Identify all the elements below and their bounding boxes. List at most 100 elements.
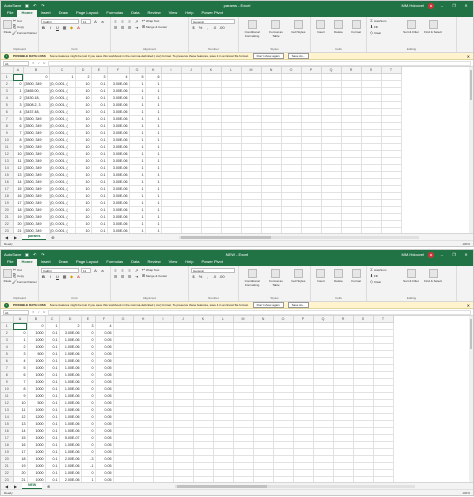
cell[interactable]: 1: [129, 108, 146, 116]
cell[interactable]: [213, 420, 234, 428]
cell[interactable]: 1: [145, 178, 162, 186]
decrease-font-icon[interactable]: a: [100, 19, 105, 24]
cell[interactable]: 0: [81, 385, 96, 393]
cell[interactable]: [13, 322, 28, 330]
cell[interactable]: [3430.18,: [23, 94, 50, 102]
row-header[interactable]: 16: [1, 178, 14, 186]
cell[interactable]: [3500, 349: [23, 122, 50, 130]
cell[interactable]: 4: [13, 108, 24, 116]
cell[interactable]: 1: [129, 178, 146, 186]
spreadsheet-grid[interactable]: A B C D E F G H I J K L M N O P Q R S T 1 0 1 2 3 4 2 0 1000 0.1 3.00E…: [1, 316, 471, 484]
cell[interactable]: [113, 434, 134, 442]
cell[interactable]: [213, 441, 234, 449]
align-left-icon[interactable]: ☰: [113, 25, 118, 30]
cell[interactable]: [333, 441, 354, 449]
cell[interactable]: [373, 336, 394, 344]
cell[interactable]: [193, 420, 214, 428]
cell[interactable]: [353, 448, 374, 456]
cell[interactable]: [181, 199, 202, 207]
cell[interactable]: [153, 462, 174, 470]
cell[interactable]: 1.00E-06: [59, 392, 82, 400]
cell[interactable]: [113, 455, 134, 463]
cell[interactable]: [353, 357, 374, 365]
row-header[interactable]: 15: [1, 171, 14, 179]
cell[interactable]: [301, 199, 322, 207]
cell[interactable]: [181, 94, 202, 102]
cell[interactable]: [301, 73, 322, 81]
close-icon[interactable]: ✕: [467, 54, 470, 59]
cell[interactable]: [161, 150, 182, 158]
cell[interactable]: [221, 199, 242, 207]
cell[interactable]: [161, 87, 182, 95]
cell[interactable]: [333, 413, 354, 421]
comma-icon[interactable]: ,: [205, 25, 210, 30]
cell[interactable]: [341, 101, 362, 109]
cell[interactable]: [0, 0.001, (: [49, 136, 76, 144]
maximize-icon[interactable]: ❐: [450, 3, 458, 8]
cell[interactable]: 0.1: [91, 115, 108, 123]
cell[interactable]: 1.00E-06: [59, 385, 82, 393]
menu-tab-page-layout[interactable]: Page Layout: [72, 10, 102, 17]
cell[interactable]: 3.00E-06: [107, 213, 130, 221]
cell[interactable]: [253, 364, 274, 372]
cell[interactable]: [293, 385, 314, 393]
cell[interactable]: [113, 406, 134, 414]
menu-tab-draw[interactable]: Draw: [55, 10, 72, 17]
cell[interactable]: [381, 94, 402, 102]
row-header[interactable]: 2: [1, 329, 14, 337]
cell[interactable]: [313, 336, 334, 344]
cell[interactable]: [213, 413, 234, 421]
cell[interactable]: [321, 192, 342, 200]
cell[interactable]: [273, 399, 294, 407]
cell[interactable]: 1: [129, 213, 146, 221]
increase-font-icon[interactable]: A: [93, 268, 98, 273]
cell[interactable]: 0.05: [95, 420, 114, 428]
cell[interactable]: [113, 392, 134, 400]
cell[interactable]: 0: [81, 448, 96, 456]
cell[interactable]: 3.00E-06: [107, 87, 130, 95]
cell[interactable]: [3500, 349: [23, 150, 50, 158]
cell[interactable]: [213, 336, 234, 344]
cell[interactable]: 3.00E-06: [107, 185, 130, 193]
cell[interactable]: [321, 73, 342, 81]
cell[interactable]: 0.1: [91, 150, 108, 158]
row-header[interactable]: 10: [1, 136, 14, 144]
cell[interactable]: [241, 94, 262, 102]
cell[interactable]: [293, 364, 314, 372]
cell[interactable]: [301, 94, 322, 102]
cell[interactable]: [261, 136, 282, 144]
cell[interactable]: 0: [81, 420, 96, 428]
cell[interactable]: [3500, 349: [23, 129, 50, 137]
cell[interactable]: [193, 378, 214, 386]
cell[interactable]: 0.1: [91, 206, 108, 214]
row-header[interactable]: 5: [1, 101, 14, 109]
font-name-select[interactable]: Calibri: [41, 267, 79, 273]
cell[interactable]: -3: [81, 455, 96, 463]
enter-icon[interactable]: ✓: [38, 310, 41, 314]
cell[interactable]: 1: [129, 80, 146, 88]
scroll-thumb[interactable]: [181, 235, 272, 239]
cell[interactable]: 3.00E-06: [107, 199, 130, 207]
cell[interactable]: 3.00E-06: [107, 129, 130, 137]
cell[interactable]: [341, 150, 362, 158]
cell[interactable]: [153, 329, 174, 337]
cell[interactable]: [301, 143, 322, 151]
cell[interactable]: [3500, 349: [23, 157, 50, 165]
cell[interactable]: [273, 441, 294, 449]
cell[interactable]: 1.00E-06: [59, 462, 82, 470]
cell[interactable]: 0: [13, 80, 24, 88]
cell[interactable]: [113, 441, 134, 449]
cell[interactable]: [113, 322, 134, 330]
row-header[interactable]: 4: [1, 343, 14, 351]
cell[interactable]: [221, 73, 242, 81]
cell[interactable]: 1.00E-06: [59, 364, 82, 372]
cell[interactable]: [201, 136, 222, 144]
cell[interactable]: [241, 199, 262, 207]
cell[interactable]: [253, 427, 274, 435]
cell[interactable]: [173, 385, 194, 393]
close-icon[interactable]: ✕: [467, 303, 470, 308]
cell[interactable]: [213, 399, 234, 407]
cell[interactable]: [0, 0.001, (: [49, 94, 76, 102]
cell[interactable]: 0.05: [95, 329, 114, 337]
cell[interactable]: [201, 164, 222, 172]
